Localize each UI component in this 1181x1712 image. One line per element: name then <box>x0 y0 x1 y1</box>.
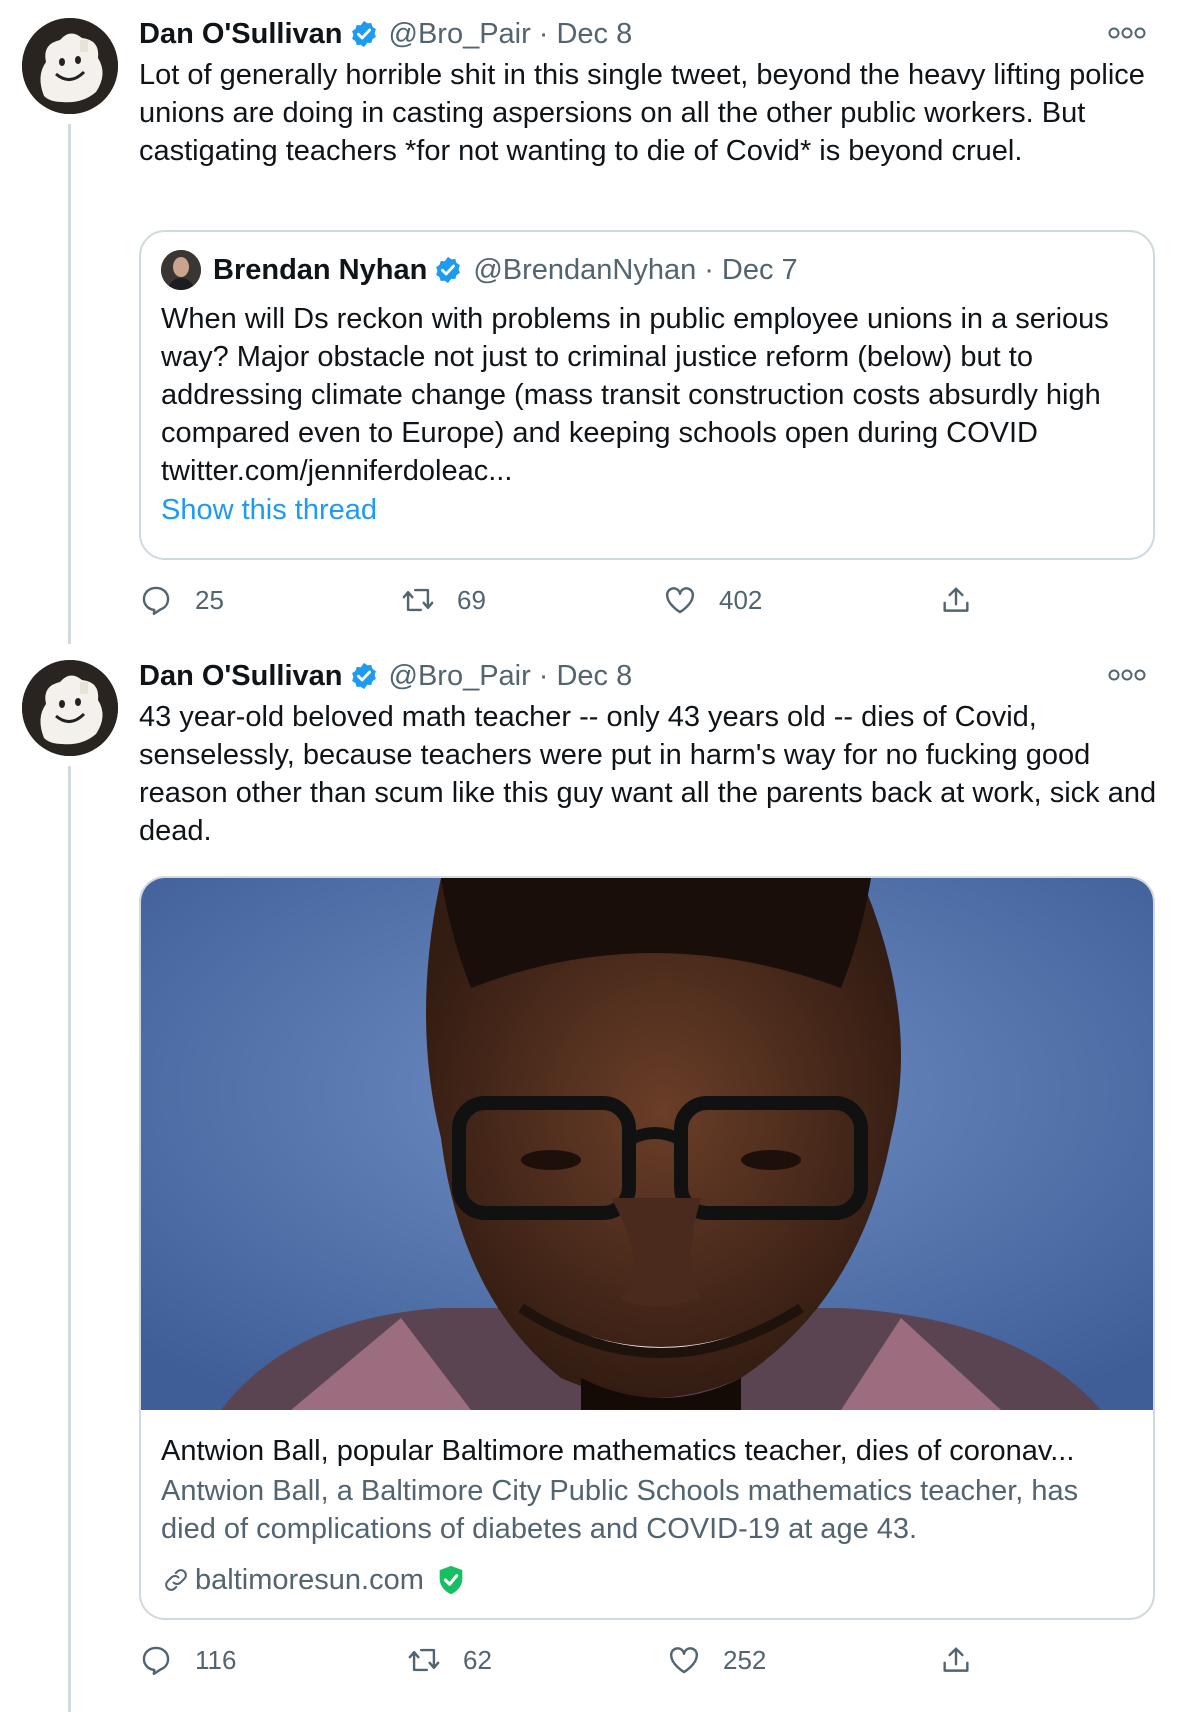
thread-line <box>68 766 71 1712</box>
retweet-count: 62 <box>463 1644 492 1675</box>
reply-icon <box>142 586 170 616</box>
link-card-domain: baltimoresun.com <box>161 1560 468 1600</box>
like-count: 252 <box>723 1644 767 1675</box>
link-icon <box>165 1569 187 1591</box>
more-icon[interactable] <box>1107 26 1147 40</box>
reply-count: 116 <box>195 1644 237 1675</box>
link-card-description: Antwion Ball, a Baltimore City Public Sc… <box>161 1475 1079 1545</box>
retweet-icon <box>402 588 434 612</box>
thread-line <box>68 124 71 644</box>
show-thread-link[interactable]: Show this thread <box>161 494 377 527</box>
quote-author-name[interactable]: Brendan Nyhan <box>213 254 427 287</box>
reply-button[interactable]: 25 <box>139 580 224 620</box>
domain-text: baltimoresun.com <box>195 1563 424 1596</box>
author-handle[interactable]: @Bro_Pair <box>389 660 531 693</box>
like-icon <box>666 587 694 614</box>
verified-badge-icon <box>351 20 376 48</box>
tweet-actions: 116 62 252 <box>139 1640 1149 1680</box>
more-icon[interactable] <box>1107 668 1147 682</box>
tweet-date[interactable]: Dec 8 <box>556 660 632 693</box>
quote-text: When will Ds reckon with problems in pub… <box>161 303 1109 487</box>
tweet-text: 43 year-old beloved math teacher -- only… <box>139 701 1157 847</box>
share-icon <box>943 1647 969 1672</box>
reply-count: 25 <box>195 584 224 615</box>
like-button[interactable]: 252 <box>667 1640 766 1680</box>
article-photo <box>141 878 1153 1410</box>
tweet-actions: 25 69 402 <box>139 580 1149 620</box>
quote-header: Brendan Nyhan @BrendanNyhan · Dec 7 <box>161 250 798 290</box>
reply-button[interactable]: 116 <box>139 1640 236 1680</box>
like-count: 402 <box>719 584 763 615</box>
tweet-date[interactable]: Dec 8 <box>556 18 632 51</box>
quote-avatar[interactable] <box>161 250 201 290</box>
retweet-icon <box>408 1648 440 1672</box>
avatar[interactable] <box>22 18 118 114</box>
retweet-count: 69 <box>457 584 486 615</box>
author-name[interactable]: Dan O'Sullivan <box>139 18 343 51</box>
link-card-title: Antwion Ball, popular Baltimore mathemat… <box>161 1435 1075 1467</box>
share-button[interactable] <box>939 580 973 620</box>
like-icon <box>670 1647 698 1674</box>
link-preview-card[interactable]: Antwion Ball, popular Baltimore mathemat… <box>139 876 1155 1620</box>
tweet-header: Dan O'Sullivan @Bro_Pair · Dec 8 <box>139 14 632 54</box>
author-handle[interactable]: @Bro_Pair <box>389 18 531 51</box>
quote-author-handle[interactable]: @BrendanNyhan <box>473 254 696 287</box>
separator-dot: · <box>538 659 549 692</box>
separator-dot: · <box>704 253 714 286</box>
separator-dot: · <box>538 17 549 50</box>
retweet-button[interactable]: 62 <box>407 1640 492 1680</box>
quote-date[interactable]: Dec 7 <box>722 254 798 287</box>
verified-badge-icon <box>436 256 461 284</box>
like-button[interactable]: 402 <box>663 580 762 620</box>
reply-icon <box>142 1646 170 1676</box>
verified-badge-icon <box>351 662 376 690</box>
retweet-button[interactable]: 69 <box>401 580 486 620</box>
share-button[interactable] <box>939 1640 973 1680</box>
shield-check-icon <box>439 1565 463 1595</box>
tweet-header: Dan O'Sullivan @Bro_Pair · Dec 8 <box>139 656 632 696</box>
tweet-text: Lot of generally horrible shit in this s… <box>139 59 1145 167</box>
author-name[interactable]: Dan O'Sullivan <box>139 660 343 693</box>
avatar[interactable] <box>22 660 118 756</box>
share-icon <box>943 587 969 612</box>
quote-tweet-card[interactable]: Brendan Nyhan @BrendanNyhan · Dec 7 When… <box>139 230 1155 560</box>
